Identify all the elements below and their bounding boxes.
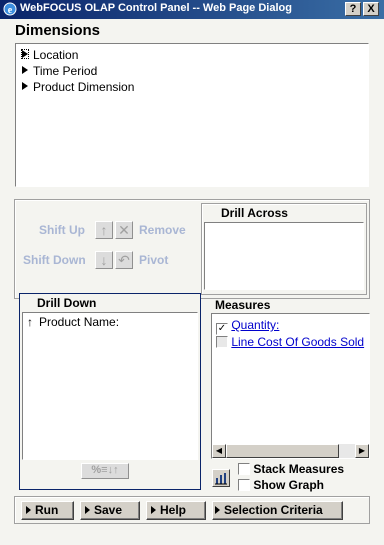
expand-icon[interactable] xyxy=(22,82,28,90)
help-title-button[interactable]: ? xyxy=(345,2,361,16)
play-icon xyxy=(151,506,156,514)
sort-button[interactable]: %≡↓↑ xyxy=(81,463,129,479)
scroll-thumb[interactable] xyxy=(226,444,339,458)
dimensions-tree: Location Time Period Product Dimension xyxy=(15,43,369,187)
tree-item-label: Time Period xyxy=(33,64,98,78)
drill-down-list[interactable]: ↑ Product Name: xyxy=(22,312,198,460)
scroll-right-button[interactable]: ▶ xyxy=(355,444,369,458)
drill-down-title: Drill Down xyxy=(37,296,97,310)
arrow-down-icon: ↓ xyxy=(100,252,108,268)
stack-measures-checkbox[interactable] xyxy=(238,463,250,475)
drill-down-item[interactable]: ↑ Product Name: xyxy=(27,315,119,329)
dialog-content: Dimensions Location Time Period Product … xyxy=(0,19,384,545)
drill-across-list[interactable] xyxy=(204,222,364,290)
graph-type-button[interactable] xyxy=(212,469,230,487)
window-title: WebFOCUS OLAP Control Panel -- Web Page … xyxy=(20,2,292,14)
tree-item-label: Location xyxy=(33,48,79,62)
measure-checkbox[interactable] xyxy=(216,336,228,348)
stack-measures-option[interactable]: Stack Measures xyxy=(238,462,344,476)
pivot-label: Pivot xyxy=(139,253,169,267)
drill-across-title: Drill Across xyxy=(221,206,288,220)
measure-link[interactable]: Line Cost Of Goods Sold xyxy=(231,335,364,349)
shift-up-label: Shift Up xyxy=(39,223,85,237)
dimensions-title: Dimensions xyxy=(15,22,101,39)
arrow-up-icon: ↑ xyxy=(100,222,108,238)
shift-down-button[interactable]: ↓ xyxy=(95,251,113,269)
show-graph-label: Show Graph xyxy=(253,478,325,492)
measures-title: Measures xyxy=(215,298,271,312)
expand-icon[interactable] xyxy=(22,66,28,74)
selection-criteria-label: Selection Criteria xyxy=(224,503,323,517)
pivot-icon: ↶ xyxy=(118,252,130,268)
horizontal-scrollbar[interactable]: ◀ ▶ xyxy=(212,444,369,458)
ie-app-icon: e xyxy=(3,2,17,16)
save-label: Save xyxy=(94,503,123,517)
drill-down-item-label: Product Name: xyxy=(39,315,120,329)
drill-down-panel: Drill Down ↑ Product Name: %≡↓↑ xyxy=(19,293,201,490)
arrow-up-icon: ↑ xyxy=(27,315,33,329)
selection-criteria-button[interactable]: Selection Criteria xyxy=(212,501,343,520)
measure-item-line-cost[interactable]: Line Cost Of Goods Sold xyxy=(216,335,364,349)
button-bar: Run Save Help Selection Criteria xyxy=(14,496,370,524)
title-bar: e WebFOCUS OLAP Control Panel -- Web Pag… xyxy=(0,0,384,19)
save-button[interactable]: Save xyxy=(80,501,140,520)
remove-label: Remove xyxy=(139,223,186,237)
shift-down-label: Shift Down xyxy=(23,253,86,267)
bar-chart-icon xyxy=(215,473,227,485)
play-icon xyxy=(85,506,90,514)
shift-up-button[interactable]: ↑ xyxy=(95,221,113,239)
remove-button[interactable]: ✕ xyxy=(115,221,133,239)
pivot-button[interactable]: ↶ xyxy=(115,251,133,269)
tree-item-label: Product Dimension xyxy=(33,80,135,94)
arrow-left-icon: ◀ xyxy=(215,446,223,455)
measures-list: ✓ Quantity: Line Cost Of Goods Sold ◀ ▶ xyxy=(211,313,370,459)
run-button[interactable]: Run xyxy=(21,501,74,520)
x-icon: ✕ xyxy=(118,222,130,238)
drill-across-panel: Drill Across xyxy=(201,203,367,295)
measure-link[interactable]: Quantity: xyxy=(231,318,279,332)
tree-item-time-period[interactable]: Time Period xyxy=(22,64,97,80)
show-graph-option[interactable]: Show Graph xyxy=(238,478,324,492)
measure-item-quantity[interactable]: ✓ Quantity: xyxy=(216,318,279,335)
help-button[interactable]: Help xyxy=(146,501,206,520)
play-icon xyxy=(215,506,220,514)
button-row: Run Save Help Selection Criteria xyxy=(21,501,366,520)
expand-icon[interactable] xyxy=(21,49,29,59)
play-icon xyxy=(26,506,31,514)
tree-item-product-dimension[interactable]: Product Dimension xyxy=(22,80,134,96)
arrow-right-icon: ▶ xyxy=(358,446,366,455)
scroll-left-button[interactable]: ◀ xyxy=(212,444,226,458)
tree-item-location[interactable]: Location xyxy=(21,48,79,64)
close-title-button[interactable]: X xyxy=(363,2,379,16)
help-label: Help xyxy=(160,503,187,517)
stack-measures-label: Stack Measures xyxy=(253,462,345,476)
sort-icon: %≡↓↑ xyxy=(91,464,119,476)
svg-text:e: e xyxy=(8,5,13,16)
show-graph-checkbox[interactable] xyxy=(238,479,250,491)
run-label: Run xyxy=(35,503,59,517)
measure-checkbox[interactable]: ✓ xyxy=(216,323,228,335)
